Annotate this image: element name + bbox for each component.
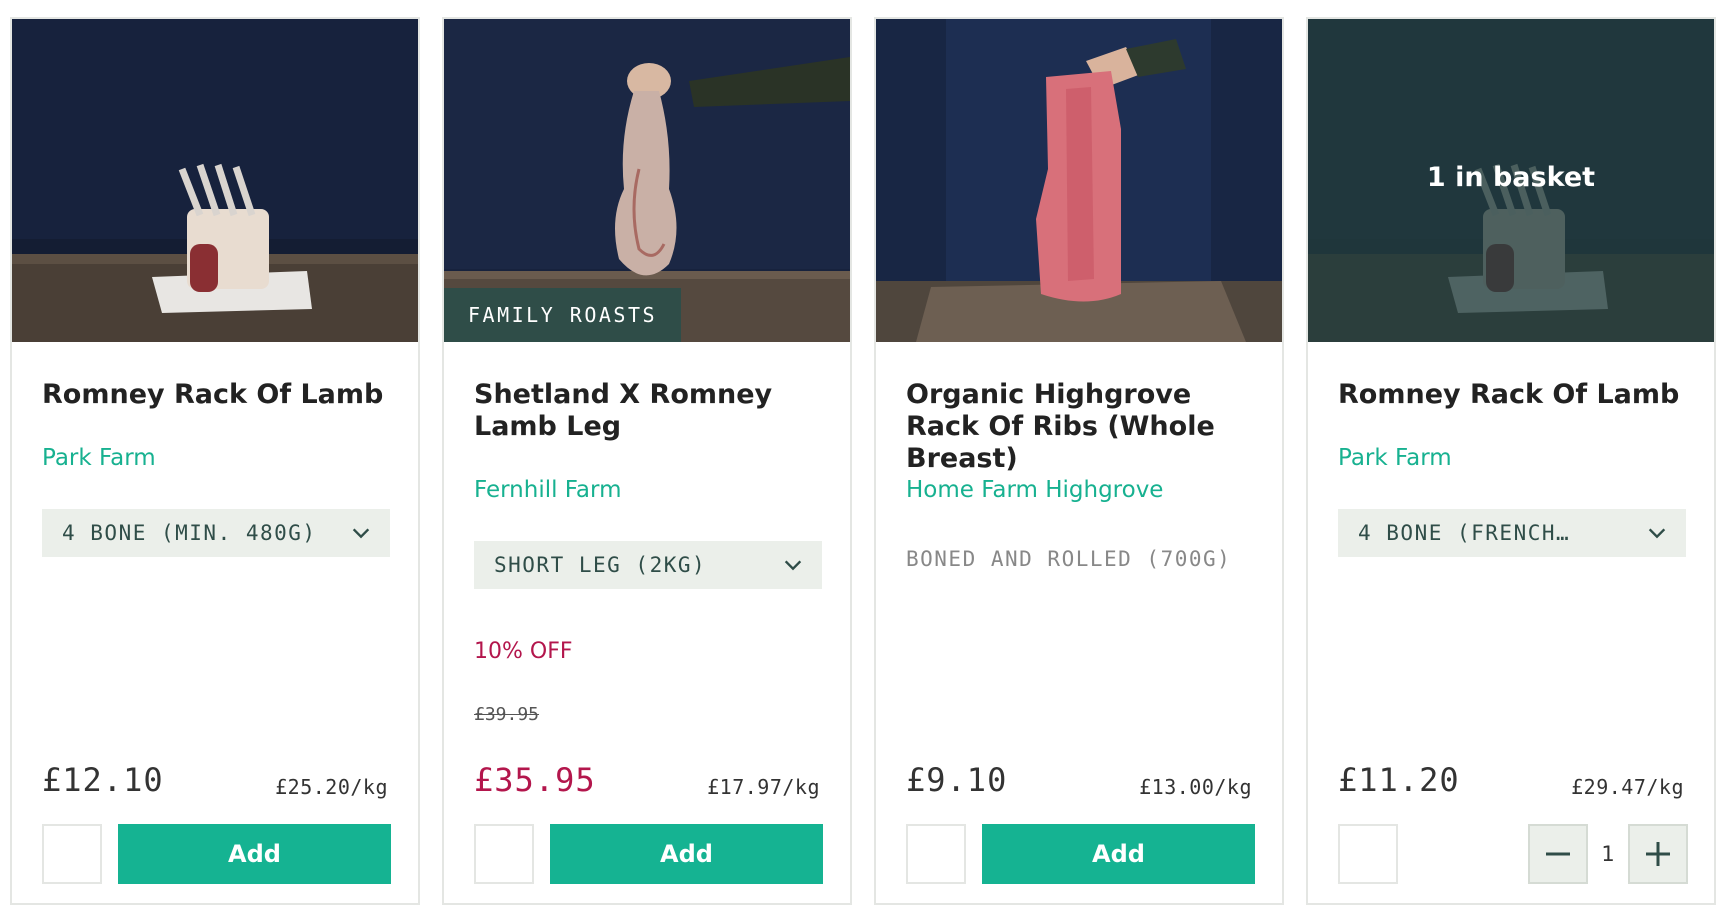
quantity-value: 1 bbox=[1601, 842, 1615, 866]
product-card: 1 in basket Romney Rack Of Lamb Park Far… bbox=[1306, 17, 1716, 905]
variant-label: BONED AND ROLLED (700G) bbox=[906, 547, 1232, 571]
product-image[interactable]: FAMILY ROASTS bbox=[444, 19, 850, 342]
product-card: Romney Rack Of Lamb Park Farm 4 BONE (MI… bbox=[10, 17, 420, 905]
add-to-basket-button[interactable]: Add bbox=[118, 824, 391, 884]
product-price: £9.10 bbox=[906, 761, 1008, 799]
variant-select-value: 4 BONE (FRENCH… bbox=[1358, 521, 1571, 545]
quantity-input[interactable] bbox=[906, 824, 966, 884]
unit-price: £13.00/kg bbox=[1139, 775, 1252, 799]
rack-of-lamb-photo bbox=[12, 19, 418, 342]
product-title[interactable]: Organic Highgrove Rack Of Ribs (Whole Br… bbox=[906, 379, 1266, 475]
product-card: FAMILY ROASTS Shetland X Romney Lamb Leg… bbox=[442, 17, 852, 905]
decrease-quantity-button[interactable] bbox=[1528, 824, 1588, 884]
variant-select[interactable]: 4 BONE (MIN. 480G) bbox=[42, 509, 390, 557]
chevron-down-icon bbox=[784, 560, 802, 571]
variant-select[interactable]: 4 BONE (FRENCH… bbox=[1338, 509, 1686, 557]
unit-price: £29.47/kg bbox=[1571, 775, 1684, 799]
quantity-input[interactable] bbox=[1338, 824, 1398, 884]
chevron-down-icon bbox=[1648, 528, 1666, 539]
product-price: £35.95 bbox=[474, 761, 596, 799]
add-to-basket-button[interactable]: Add bbox=[550, 824, 823, 884]
unit-price: £17.97/kg bbox=[707, 775, 820, 799]
unit-price: £25.20/kg bbox=[275, 775, 388, 799]
product-title[interactable]: Shetland X Romney Lamb Leg bbox=[474, 379, 834, 443]
basket-count-label: 1 in basket bbox=[1426, 162, 1596, 193]
product-title[interactable]: Romney Rack Of Lamb bbox=[42, 379, 402, 411]
product-farm-link[interactable]: Fernhill Farm bbox=[474, 477, 621, 503]
product-title[interactable]: Romney Rack Of Lamb bbox=[1338, 379, 1698, 411]
product-farm-link[interactable]: Home Farm Highgrove bbox=[906, 477, 1163, 503]
minus-icon bbox=[1546, 852, 1570, 856]
add-to-basket-button[interactable]: Add bbox=[982, 824, 1255, 884]
rack-of-ribs-photo bbox=[876, 19, 1282, 342]
product-price: £11.20 bbox=[1338, 761, 1460, 799]
original-price: £39.95 bbox=[474, 704, 540, 725]
product-image[interactable] bbox=[876, 19, 1282, 342]
product-image[interactable]: 1 in basket bbox=[1308, 19, 1714, 342]
quantity-input[interactable] bbox=[42, 824, 102, 884]
product-price: £12.10 bbox=[42, 761, 164, 799]
product-farm-link[interactable]: Park Farm bbox=[42, 445, 156, 471]
in-basket-overlay: 1 in basket bbox=[1308, 19, 1714, 342]
variant-select-value: SHORT LEG (2KG) bbox=[494, 553, 707, 577]
discount-label: 10% OFF bbox=[474, 639, 573, 664]
category-tag[interactable]: FAMILY ROASTS bbox=[444, 288, 682, 342]
product-farm-link[interactable]: Park Farm bbox=[1338, 445, 1452, 471]
variant-select-value: 4 BONE (MIN. 480G) bbox=[62, 521, 317, 545]
variant-select[interactable]: SHORT LEG (2KG) bbox=[474, 541, 822, 589]
product-card: Organic Highgrove Rack Of Ribs (Whole Br… bbox=[874, 17, 1284, 905]
quantity-input[interactable] bbox=[474, 824, 534, 884]
chevron-down-icon bbox=[352, 528, 370, 539]
increase-quantity-button[interactable] bbox=[1628, 824, 1688, 884]
product-image[interactable] bbox=[12, 19, 418, 342]
plus-icon bbox=[1646, 842, 1670, 866]
product-grid: Romney Rack Of Lamb Park Farm 4 BONE (MI… bbox=[0, 0, 1730, 918]
